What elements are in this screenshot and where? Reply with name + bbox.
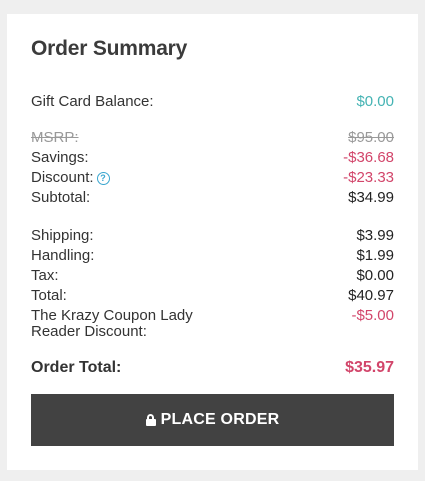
reader-discount-value: -$5.00 — [351, 307, 394, 324]
gift-card-balance-row: Gift Card Balance: $0.00 — [31, 94, 394, 110]
gift-card-balance-value: $0.00 — [356, 93, 394, 110]
discount-row: Discount:? -$23.33 — [31, 170, 394, 186]
savings-value: -$36.68 — [343, 149, 394, 166]
shipping-value: $3.99 — [356, 227, 394, 244]
question-circle-icon[interactable]: ? — [96, 172, 110, 185]
shipping-row: Shipping: $3.99 — [31, 228, 394, 244]
gift-card-balance-label: Gift Card Balance: — [31, 93, 154, 110]
total-value: $40.97 — [348, 287, 394, 304]
subtotal-label: Subtotal: — [31, 189, 91, 206]
tax-row: Tax: $0.00 — [31, 268, 394, 284]
discount-value: -$23.33 — [343, 169, 394, 186]
subtotal-row: Subtotal: $34.99 — [31, 190, 394, 206]
order-total-label: Order Total: — [31, 359, 122, 376]
tax-label: Tax: — [31, 267, 59, 284]
subtotal-value: $34.99 — [348, 189, 394, 206]
tax-value: $0.00 — [356, 267, 394, 284]
msrp-label: MSRP: — [31, 129, 79, 146]
discount-label: Discount: — [31, 169, 94, 186]
order-total-value: $35.97 — [345, 359, 394, 376]
lock-icon — [145, 414, 156, 426]
place-order-button[interactable]: PLACE ORDER — [31, 394, 394, 446]
savings-row: Savings: -$36.68 — [31, 150, 394, 166]
handling-value: $1.99 — [356, 247, 394, 264]
total-row: Total: $40.97 — [31, 288, 394, 304]
order-summary-title: Order Summary — [31, 37, 188, 60]
place-order-label: PLACE ORDER — [160, 411, 280, 428]
savings-label: Savings: — [31, 149, 89, 166]
msrp-row: MSRP: $95.00 — [31, 130, 394, 146]
order-total-row: Order Total: $35.97 — [31, 360, 394, 376]
handling-label: Handling: — [31, 247, 95, 264]
reader-discount-row: The Krazy Coupon Lady Reader Discount: -… — [31, 308, 394, 340]
reader-discount-label-line1: The Krazy Coupon Lady — [31, 307, 193, 324]
total-label: Total: — [31, 287, 67, 304]
msrp-value: $95.00 — [348, 129, 394, 146]
order-summary-card: Order Summary Gift Card Balance: $0.00 M… — [7, 14, 418, 470]
reader-discount-label-line2: Reader Discount: — [31, 323, 147, 340]
shipping-label: Shipping: — [31, 227, 94, 244]
handling-row: Handling: $1.99 — [31, 248, 394, 264]
